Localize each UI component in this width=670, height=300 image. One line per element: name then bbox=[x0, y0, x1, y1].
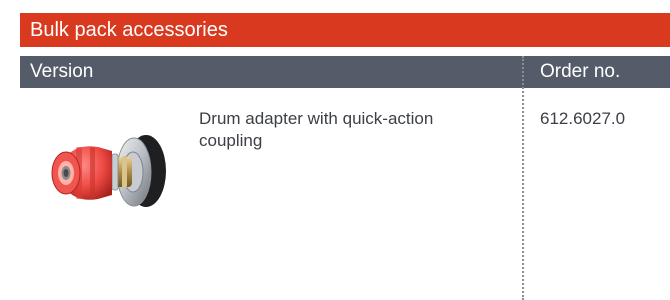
section-title: Bulk pack accessories bbox=[30, 19, 228, 41]
drum-adapter-image bbox=[51, 135, 166, 207]
table-header: Version Order no. bbox=[20, 56, 670, 88]
product-description: Drum adapter with quick-action coupling bbox=[199, 109, 434, 150]
section-title-bar: Bulk pack accessories bbox=[20, 13, 670, 47]
column-divider bbox=[522, 56, 524, 300]
column-header-version: Version bbox=[30, 61, 94, 82]
column-header-order-no: Order no. bbox=[540, 61, 621, 82]
bulk-pack-accessories-table: Bulk pack accessories Version Order no. bbox=[20, 13, 670, 300]
order-number: 612.6027.0 bbox=[540, 109, 626, 128]
